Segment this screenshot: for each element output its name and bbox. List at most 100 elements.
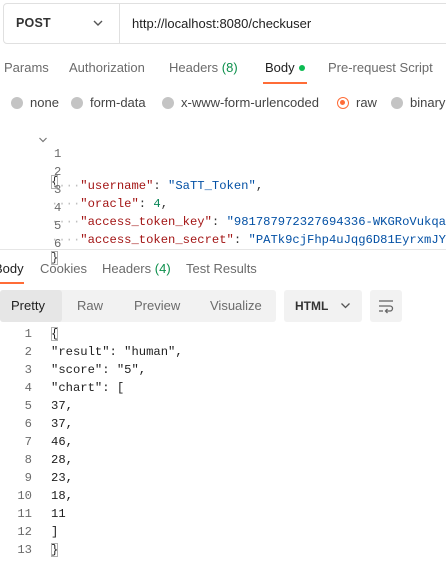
response-line: 5 37, [0, 399, 446, 417]
response-line: 8 28, [0, 453, 446, 471]
tab-body-label: Body [265, 60, 295, 75]
view-mode-pretty-label: Pretty [11, 298, 45, 313]
response-view-toolbar: Pretty Raw Preview Visualize HTML [0, 290, 446, 322]
body-type-radios: none form-data x-www-form-urlencoded raw… [0, 92, 446, 116]
response-line: 7 46, [0, 435, 446, 453]
response-line: 1{ [0, 327, 446, 345]
url-input[interactable]: http://localhost:8080/checkuser [132, 16, 311, 31]
format-selector[interactable]: HTML [284, 290, 362, 322]
line-number: 9 [24, 471, 32, 485]
line-number: 4 [24, 381, 32, 395]
response-tabs: Body Cookies Headers (4) Test Results [0, 252, 446, 286]
radio-label: raw [356, 95, 377, 110]
request-tabs: Params Authorization Headers (8) Body Pr… [0, 44, 446, 84]
radio-indicator [391, 96, 403, 109]
method-label: POST [16, 16, 51, 30]
response-text: 46, [51, 435, 73, 449]
tab-params[interactable]: Params [4, 60, 49, 75]
tab-response-headers[interactable]: Headers (4) [102, 261, 171, 276]
wrap-lines-icon [379, 300, 394, 314]
format-label: HTML [295, 299, 329, 313]
response-text: ] [51, 525, 59, 539]
response-text: 11 [51, 507, 66, 521]
line-number: 2 [24, 345, 32, 359]
radio-label: binary [410, 95, 446, 110]
line-number: 6 [24, 417, 32, 431]
radio-indicator [71, 96, 83, 109]
line-number: 13 [17, 543, 32, 557]
radio-label: none [30, 95, 59, 110]
line-number: 8 [24, 453, 32, 467]
close-brace: } [51, 543, 59, 557]
radio-label: form-data [90, 95, 146, 110]
line-number: 5 [24, 399, 32, 413]
radio-binary[interactable]: binary [391, 95, 445, 110]
active-tab-underline [263, 82, 307, 84]
tab-response-body[interactable]: Body [0, 261, 24, 276]
active-response-tab-underline [0, 282, 24, 284]
tab-headers-label: Headers [169, 60, 219, 75]
tab-test-results[interactable]: Test Results [186, 261, 257, 276]
view-mode-visualize[interactable]: Visualize [210, 298, 262, 313]
body-indicator-dot [298, 64, 305, 71]
radio-urlencoded[interactable]: x-www-form-urlencoded [162, 95, 319, 110]
response-text: "score": "5", [51, 363, 147, 377]
radio-none[interactable]: none [11, 95, 59, 110]
response-line: 4 "chart": [ [0, 381, 446, 399]
radio-form-data[interactable]: form-data [71, 95, 146, 110]
response-line: 9 23, [0, 471, 446, 489]
line-number: 11 [17, 507, 32, 521]
tab-cookies[interactable]: Cookies [40, 261, 87, 276]
response-text: 23, [51, 471, 73, 485]
response-line: 2 "result": "human", [0, 345, 446, 363]
response-line: 3 "score": "5", [0, 363, 446, 381]
fold-chevron-icon[interactable] [38, 135, 48, 145]
tab-authorization[interactable]: Authorization [69, 60, 145, 75]
editor-line: 2 ····"username": "SaTT_Token", [0, 151, 446, 193]
line-number: 1 [24, 327, 32, 341]
line-number: 10 [17, 489, 32, 503]
view-mode-preview[interactable]: Preview [134, 298, 180, 313]
view-mode-raw[interactable]: Raw [77, 298, 103, 313]
response-text: "chart": [ [51, 381, 125, 395]
editor-line: 3 ····"oracle": 4, [0, 169, 446, 211]
method-selector[interactable]: POST [4, 4, 120, 43]
response-line: 12] [0, 525, 446, 543]
tab-headers[interactable]: Headers (8) [169, 60, 238, 75]
chevron-down-icon [341, 303, 350, 309]
response-body-viewer[interactable]: 1{2 "result": "human", 3 "score": "5", 4 "cha… [0, 327, 446, 562]
headers-count-badge: (8) [221, 60, 238, 75]
open-brace: { [51, 327, 59, 341]
radio-indicator [11, 96, 23, 109]
radio-indicator [162, 96, 174, 109]
radio-label: x-www-form-urlencoded [181, 95, 319, 110]
pane-divider[interactable] [0, 249, 446, 250]
editor-line: 1 { [0, 133, 446, 189]
radio-raw[interactable]: raw [337, 95, 377, 110]
response-text: 37, [51, 417, 73, 431]
request-body-editor[interactable]: 1 { 2 ····"username": "SaTT_Token", 3 ··… [0, 133, 446, 265]
chevron-down-icon [93, 20, 103, 26]
tab-pre-request-script[interactable]: Pre-request Script [328, 60, 433, 75]
tab-response-headers-label: Headers [102, 261, 152, 276]
editor-line: 6 } [0, 223, 446, 265]
response-line: 13} [0, 543, 446, 561]
response-text: "result": "human", [51, 345, 183, 359]
line-number: 12 [17, 525, 32, 539]
view-mode-segmented-control: Pretty Raw Preview Visualize [0, 290, 276, 322]
line-number: 7 [24, 435, 32, 449]
line-number: 3 [24, 363, 32, 377]
view-mode-pretty[interactable]: Pretty [0, 290, 62, 322]
response-text: 18, [51, 489, 73, 503]
response-line: 6 37, [0, 417, 446, 435]
editor-line: 4 ····"access_token_key": "9817879723276… [0, 187, 446, 229]
editor-line: 5 ····"access_token_secret": "PATk9cjFhp… [0, 205, 446, 247]
wrap-lines-button[interactable] [370, 290, 402, 322]
request-url-bar: POST http://localhost:8080/checkuser [3, 3, 446, 44]
response-headers-count: (4) [154, 261, 171, 276]
tab-body[interactable]: Body [265, 60, 305, 75]
response-text: 28, [51, 453, 73, 467]
response-text: 37, [51, 399, 73, 413]
response-line: 10 18, [0, 489, 446, 507]
radio-indicator-selected [337, 96, 349, 109]
